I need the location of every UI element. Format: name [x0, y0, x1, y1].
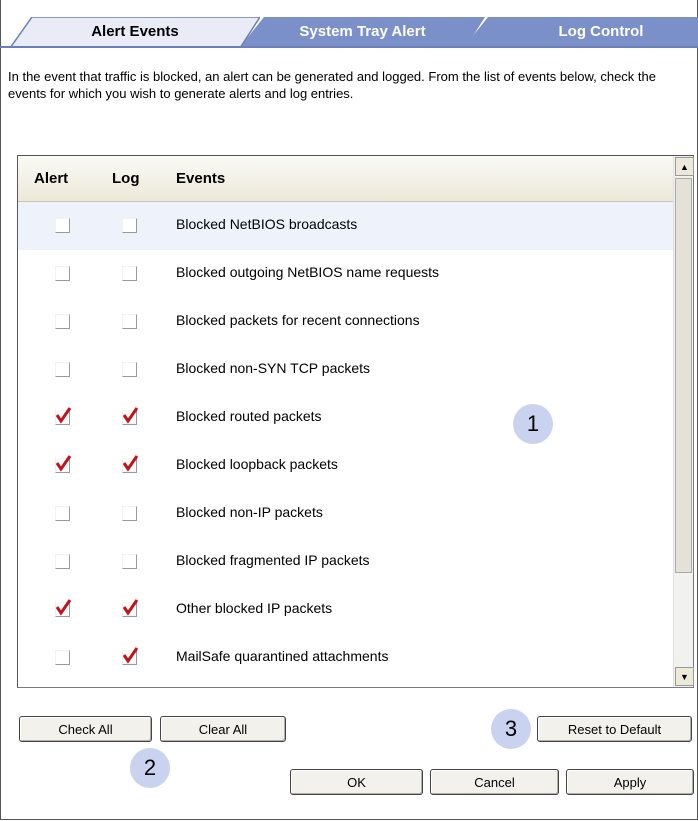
tab-system-tray-alert-label: System Tray Alert — [299, 23, 426, 40]
header-log[interactable]: Log — [112, 170, 140, 187]
description-text: In the event that traffic is blocked, an… — [8, 69, 656, 101]
event-label: Blocked loopback packets — [176, 456, 338, 472]
reset-to-default-button[interactable]: Reset to Default — [537, 716, 692, 742]
log-checkbox[interactable] — [122, 218, 137, 233]
header-alert[interactable]: Alert — [34, 170, 68, 187]
tab-strip: Log Control System Tray Alert Alert Even… — [0, 0, 698, 48]
cancel-button[interactable]: Cancel — [430, 769, 559, 795]
alert-checkbox[interactable] — [55, 599, 72, 617]
alert-checkbox[interactable] — [55, 218, 70, 233]
event-row[interactable]: Blocked non-IP packets — [18, 490, 673, 538]
tab-alert-events[interactable]: Alert Events — [10, 17, 260, 48]
clear-all-button[interactable]: Clear All — [160, 716, 286, 742]
alert-checkbox[interactable] — [55, 266, 70, 281]
alert-checkbox[interactable] — [55, 554, 70, 569]
log-checkbox[interactable] — [122, 506, 137, 521]
tab-log-control[interactable]: Log Control — [464, 17, 698, 47]
event-row[interactable]: Blocked packets for recent connections — [18, 298, 673, 346]
event-row[interactable]: Other blocked IP packets — [18, 586, 673, 634]
log-checkbox[interactable] — [122, 266, 137, 281]
event-label: Blocked NetBIOS broadcasts — [176, 216, 358, 232]
apply-button[interactable]: Apply — [566, 769, 694, 795]
event-rows: Blocked NetBIOS broadcasts Blocked outgo… — [18, 202, 673, 682]
event-row[interactable]: MailSafe quarantined attachments — [18, 634, 673, 682]
event-row[interactable]: Blocked outgoing NetBIOS name requests — [18, 250, 673, 298]
event-label: Blocked non-IP packets — [176, 504, 323, 520]
events-listbox: Alert Log Events Blocked NetBIOS broadca… — [17, 155, 694, 688]
vertical-scrollbar[interactable]: ▲ ▼ — [673, 156, 694, 687]
log-checkbox[interactable] — [122, 314, 137, 329]
log-checkbox[interactable] — [122, 362, 137, 377]
alert-checkbox[interactable] — [55, 650, 70, 665]
alert-checkbox[interactable] — [55, 362, 70, 377]
scroll-up-arrow-icon[interactable]: ▲ — [675, 157, 694, 176]
log-checkbox[interactable] — [122, 599, 139, 617]
log-checkbox[interactable] — [122, 407, 139, 425]
tab-log-control-label: Log Control — [558, 23, 644, 40]
tab-underline — [0, 46, 698, 48]
event-label: Blocked outgoing NetBIOS name requests — [176, 264, 440, 280]
scroll-down-arrow-icon[interactable]: ▼ — [675, 667, 694, 686]
alert-checkbox[interactable] — [55, 455, 72, 473]
list-header: Alert Log Events — [18, 156, 673, 202]
event-label: Blocked packets for recent connections — [176, 312, 420, 328]
header-events[interactable]: Events — [176, 170, 225, 187]
callout-3: 3 — [491, 709, 531, 749]
callout-1: 1 — [513, 404, 553, 444]
event-label: Blocked fragmented IP packets — [176, 552, 370, 568]
callout-2: 2 — [130, 748, 170, 788]
tab-alert-events-label: Alert Events — [91, 23, 179, 40]
tab-system-tray-alert[interactable]: System Tray Alert — [240, 17, 485, 47]
log-checkbox[interactable] — [122, 554, 137, 569]
log-checkbox[interactable] — [122, 455, 139, 473]
alert-checkbox[interactable] — [55, 407, 72, 425]
event-label: Other blocked IP packets — [176, 600, 333, 616]
event-label: Blocked non-SYN TCP packets — [176, 360, 371, 376]
event-row[interactable]: Blocked non-SYN TCP packets — [18, 346, 673, 394]
alert-checkbox[interactable] — [55, 314, 70, 329]
check-all-button[interactable]: Check All — [19, 716, 152, 742]
event-row[interactable]: Blocked routed packets — [18, 394, 673, 442]
ok-button[interactable]: OK — [290, 769, 423, 795]
event-row[interactable]: Blocked loopback packets — [18, 442, 673, 490]
event-row[interactable]: Blocked NetBIOS broadcasts — [18, 202, 673, 250]
alert-checkbox[interactable] — [55, 506, 70, 521]
event-label: MailSafe quarantined attachments — [176, 648, 389, 664]
event-label: Blocked routed packets — [176, 408, 322, 424]
scroll-thumb[interactable] — [675, 178, 692, 573]
log-checkbox[interactable] — [122, 647, 139, 665]
event-row[interactable]: Blocked fragmented IP packets — [18, 538, 673, 586]
